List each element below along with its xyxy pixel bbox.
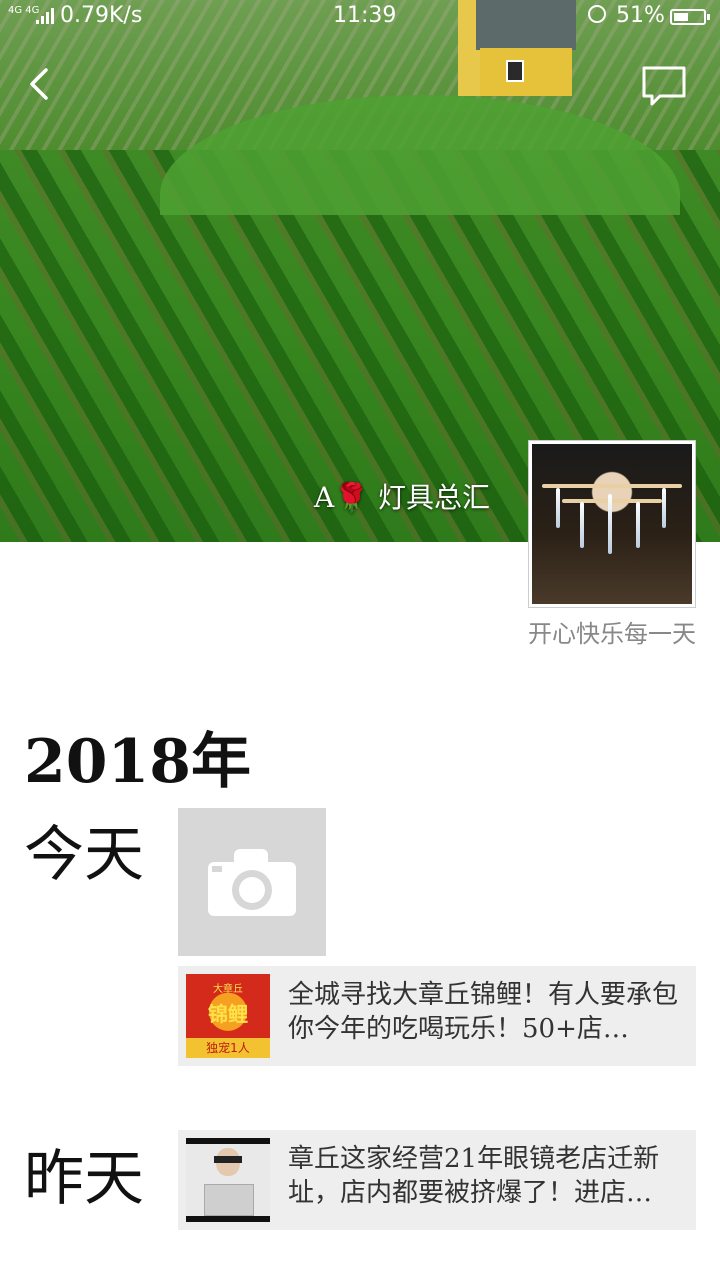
- alarm-icon: [588, 5, 606, 23]
- post-photo-button[interactable]: [178, 808, 326, 956]
- chandelier-image: [532, 444, 692, 604]
- article-title: 全城寻找大章丘锦鲤！有人要承包你今年的吃喝玩乐！50+店…: [288, 980, 679, 1044]
- article-thumbnail: 大章丘 锦鲤 独宠1人: [186, 974, 270, 1058]
- battery-percent: 51%: [616, 3, 665, 28]
- day-label-yesterday: 昨天: [24, 1144, 144, 1214]
- message-bubble-icon: [642, 66, 686, 106]
- article-title: 章丘这家经营21年眼镜老店迁新址，店内都要被挤爆了！进店…: [288, 1144, 660, 1208]
- year-heading: 2018年: [24, 727, 251, 797]
- profile-signature: 开心快乐每一天: [528, 620, 696, 648]
- article-thumbnail: [186, 1138, 270, 1222]
- clock: 11:39: [333, 3, 397, 28]
- profile-nickname: A🌹 灯具总汇: [314, 481, 490, 514]
- shared-article-glasses[interactable]: 章丘这家经营21年眼镜老店迁新址，店内都要被挤爆了！进店…: [178, 1130, 696, 1230]
- thumbnail-banner: 独宠1人: [186, 1038, 270, 1058]
- message-button[interactable]: [640, 64, 688, 108]
- thumbnail-top-text: 大章丘: [213, 984, 243, 995]
- network-type: 4G 4G: [8, 5, 40, 16]
- avatar[interactable]: [528, 440, 696, 608]
- signal-icon: [36, 8, 54, 24]
- back-button[interactable]: [22, 62, 62, 106]
- day-label-today: 今天: [24, 820, 144, 890]
- status-bar: 4G 4G 0.79K/s 11:39 51%: [0, 0, 720, 34]
- chevron-left-icon: [30, 68, 48, 100]
- network-speed: 0.79K/s: [60, 3, 143, 28]
- shared-article-koi[interactable]: 大章丘 锦鲤 独宠1人 全城寻找大章丘锦鲤！有人要承包你今年的吃喝玩乐！50+店…: [178, 966, 696, 1066]
- thumbnail-title: 锦鲤: [208, 1002, 248, 1026]
- battery-icon: [670, 9, 710, 25]
